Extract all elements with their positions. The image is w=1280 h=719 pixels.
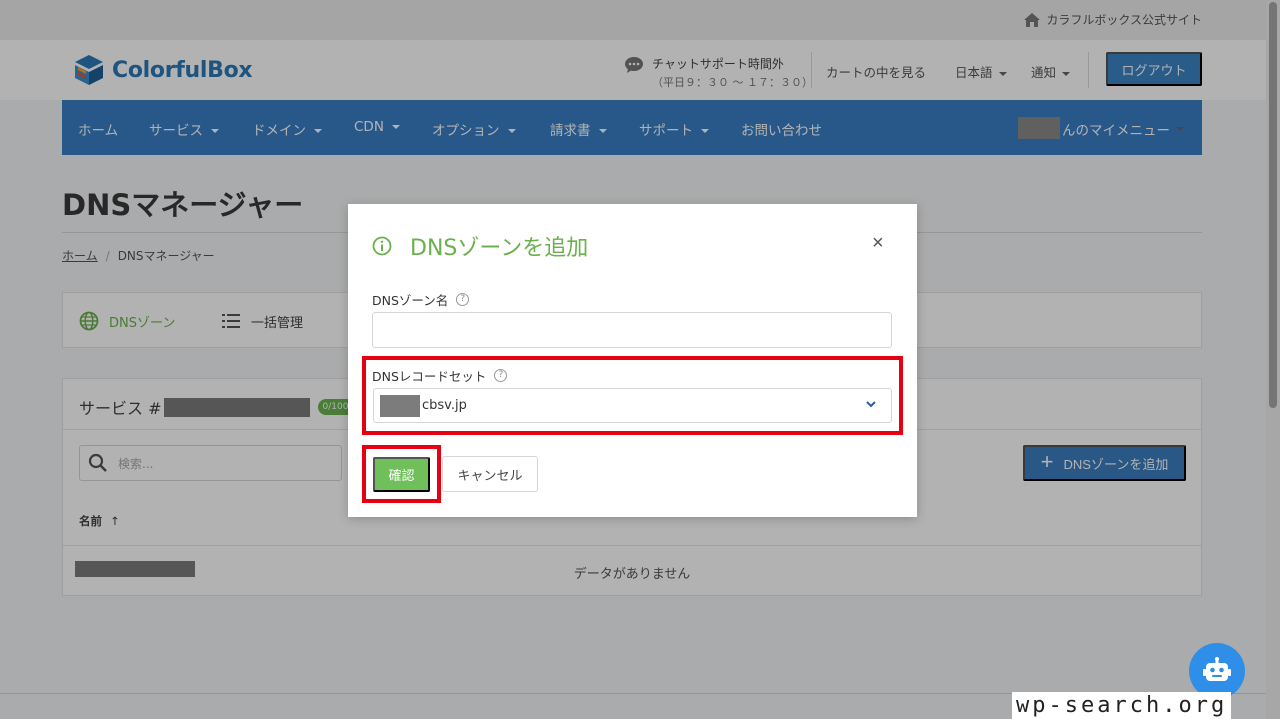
zone-name-label-text: DNSゾーン名 <box>372 293 449 308</box>
add-dns-zone-modal: DNSゾーンを追加 × DNSゾーン名 ? DNSレコードセット ? cbsv.… <box>348 204 917 517</box>
modal-title: DNSゾーンを追加 <box>372 230 588 262</box>
redacted-record-prefix <box>380 394 420 417</box>
record-set-label: DNSレコードセット ? <box>372 366 508 385</box>
chatbot-button[interactable] <box>1189 643 1245 699</box>
confirm-button[interactable]: 確認 <box>373 457 430 492</box>
help-icon[interactable]: ? <box>494 369 508 382</box>
close-icon[interactable]: × <box>872 232 884 255</box>
info-icon <box>372 236 392 256</box>
chevron-down-icon <box>866 401 876 408</box>
robot-icon <box>1203 657 1231 681</box>
watermark: wp-search.org <box>1012 692 1232 719</box>
zone-name-label: DNSゾーン名 ? <box>372 290 470 309</box>
record-set-value: cbsv.jp <box>422 398 467 413</box>
help-icon[interactable]: ? <box>456 293 470 306</box>
record-set-label-text: DNSレコードセット <box>372 369 487 384</box>
cancel-button[interactable]: キャンセル <box>442 456 538 492</box>
modal-title-text: DNSゾーンを追加 <box>410 236 589 261</box>
zone-name-input[interactable] <box>372 312 892 348</box>
record-set-select[interactable]: cbsv.jp <box>373 388 892 423</box>
